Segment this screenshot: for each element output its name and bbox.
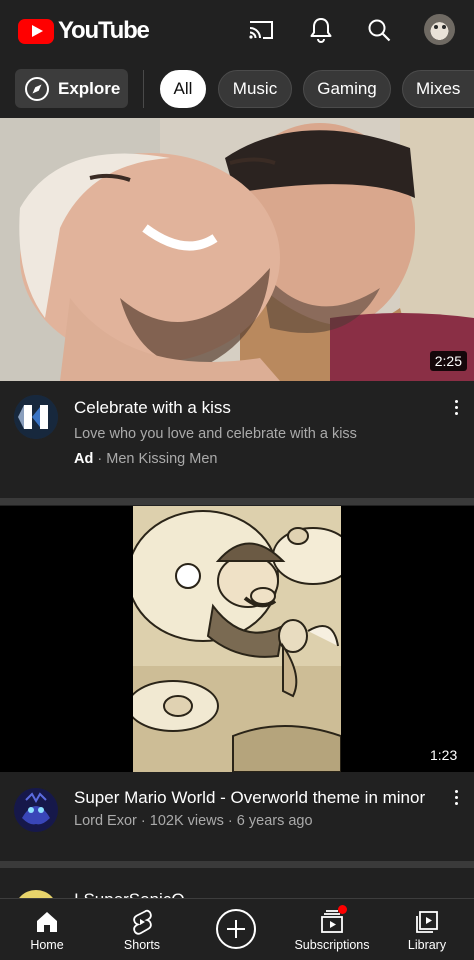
explore-button[interactable]: Explore	[15, 69, 128, 108]
more-options-icon[interactable]	[454, 790, 460, 808]
compass-icon	[25, 76, 49, 101]
chip-all[interactable]: All	[160, 70, 206, 108]
channel-avatar[interactable]	[14, 395, 58, 439]
feed-separator	[0, 498, 474, 505]
feed-separator	[0, 861, 474, 868]
bell-icon[interactable]	[306, 15, 336, 45]
video-title[interactable]: Super Mario World - Overworld theme in m…	[74, 788, 425, 808]
nav-home[interactable]: Home	[22, 899, 72, 960]
account-avatar[interactable]	[424, 14, 455, 45]
video-title[interactable]: Celebrate with a kiss	[74, 398, 231, 418]
youtube-play-logo-icon	[18, 18, 54, 44]
meta-separator: ·	[97, 451, 103, 467]
nav-shorts[interactable]: Shorts	[117, 899, 167, 960]
thumbnail-image	[0, 118, 474, 381]
video-meta: Lord Exor · 102K views · 6 years ago	[74, 813, 313, 829]
channel-avatar-image-icon	[14, 788, 58, 832]
more-options-icon[interactable]	[454, 400, 460, 418]
ad-video-thumbnail[interactable]: 2:25	[0, 118, 474, 381]
thumbnail-image	[133, 506, 341, 772]
chip-mixes[interactable]: Mixes	[402, 70, 474, 108]
youtube-logo[interactable]: YouTube	[18, 17, 150, 45]
chip-gaming[interactable]: Gaming	[303, 70, 391, 108]
ad-badge: Ad	[74, 451, 94, 467]
nav-label: Subscriptions	[294, 938, 370, 952]
video-duration: 2:25	[429, 351, 467, 371]
advertiser-logo-icon	[14, 395, 58, 439]
nav-label: Home	[30, 938, 64, 952]
shorts-icon	[133, 909, 152, 935]
nav-label: Shorts	[123, 938, 161, 952]
chip-music[interactable]: Music	[218, 70, 292, 108]
channel-avatar[interactable]	[14, 788, 58, 832]
video-duration: 1:23	[425, 745, 463, 765]
nav-library[interactable]: Library	[402, 899, 452, 960]
search-icon[interactable]	[364, 15, 394, 45]
advertiser-name[interactable]: Men Kissing Men	[106, 451, 217, 467]
top-app-bar: YouTube	[0, 0, 474, 60]
subscriptions-notification-dot	[338, 905, 347, 914]
home-icon	[37, 912, 57, 932]
nav-label: Library	[407, 938, 447, 952]
cast-icon[interactable]	[246, 15, 276, 45]
ad-description: Love who you love and celebrate with a k…	[74, 426, 357, 442]
logo-text: YouTube	[58, 17, 150, 44]
library-icon	[416, 911, 438, 933]
explore-label: Explore	[58, 78, 121, 98]
ad-meta: Ad · Men Kissing Men	[74, 451, 217, 467]
create-icon[interactable]	[216, 909, 256, 949]
nav-subscriptions[interactable]: Subscriptions	[278, 899, 386, 960]
chip-divider	[143, 70, 144, 108]
